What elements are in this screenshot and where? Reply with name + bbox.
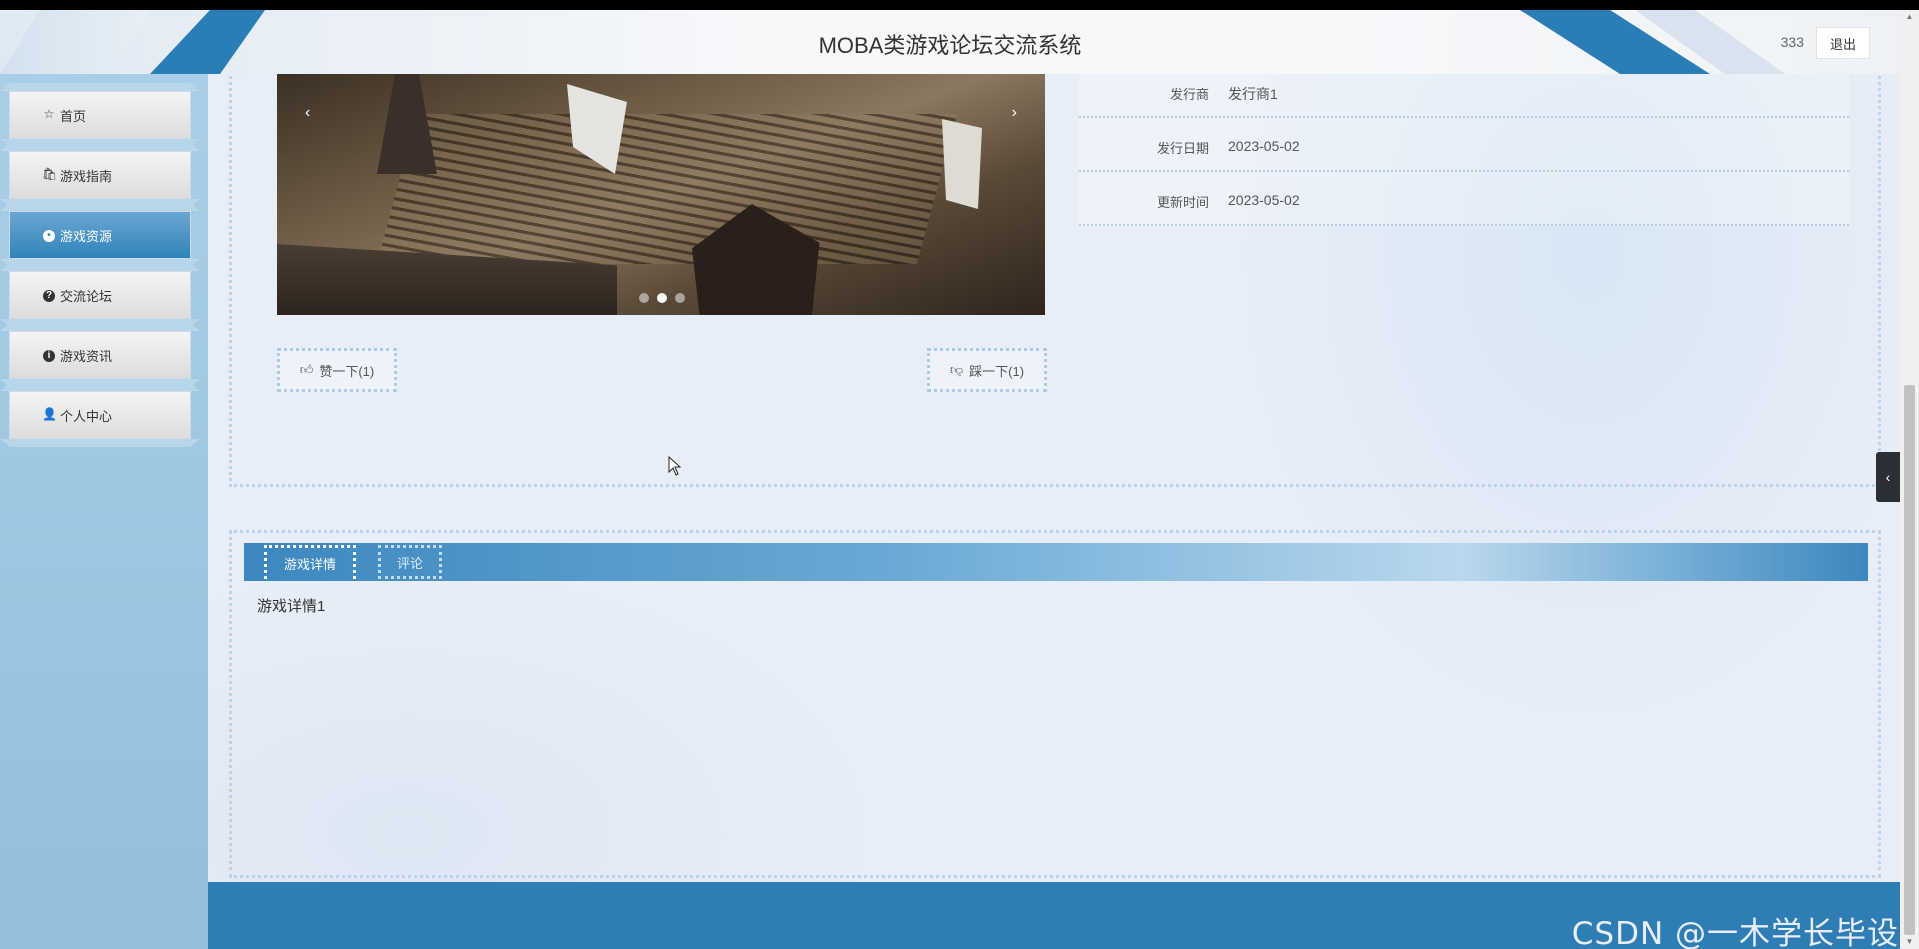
scroll-down-arrow-icon[interactable]: ▼ (1900, 935, 1919, 949)
info-icon: i (42, 347, 56, 362)
dislike-button[interactable]: 👎︎ 踩一下(1) (927, 348, 1047, 392)
carousel-prev-icon[interactable]: ‹ (305, 104, 310, 122)
question-icon: ? (42, 287, 56, 302)
like-label: 赞一下(1) (319, 363, 375, 379)
chevron-left-icon: ‹ (1885, 469, 1891, 485)
carousel-indicators (639, 293, 685, 303)
carousel-image-flag (942, 119, 982, 209)
carousel-dot[interactable] (639, 293, 649, 303)
user-icon: 👤 (42, 407, 57, 421)
tabs-panel: 游戏详情 评论 游戏详情1 (229, 530, 1881, 878)
image-carousel[interactable]: ‹ › (277, 74, 1045, 315)
info-value: 2023-05-02 (1228, 138, 1300, 154)
carousel-image-army (376, 114, 958, 264)
sidebar-item-profile[interactable]: 👤 个人中心 (10, 392, 190, 438)
sidebar-item-home[interactable]: ☆ 首页 (10, 92, 190, 138)
sidebar-item-news[interactable]: i 游戏资讯 (10, 332, 190, 378)
info-key: 更新时间 (1156, 195, 1209, 210)
tab-bar: 游戏详情 评论 (244, 543, 1868, 581)
info-value: 2023-05-02 (1228, 192, 1300, 208)
thumbs-down-icon: 👎︎ (949, 362, 964, 377)
dislike-label: 踩一下(1) (969, 363, 1025, 379)
tab-comments[interactable]: 评论 (378, 545, 442, 579)
sidebar-item-label: 游戏指南 (60, 168, 113, 184)
sidebar-item-label: 游戏资讯 (60, 348, 113, 364)
sidebar: ☆ 首页 🛍 游戏指南 • 游戏资源 ? 交流论坛 i 游戏资讯 👤 个人中心 (0, 74, 208, 949)
page-title: MOBA类游戏论坛交流系统 (818, 33, 1082, 58)
sidebar-item-label: 首页 (60, 108, 87, 124)
info-table: 发行商 发行商1 发行日期 2023-05-02 更新时间 2023-05-02 (1079, 64, 1849, 226)
tab-game-detail[interactable]: 游戏详情 (264, 545, 356, 579)
like-button[interactable]: 👍︎ 赞一下(1) (277, 348, 397, 392)
carousel-dot-active[interactable] (657, 293, 667, 303)
user-name: 333 (1780, 34, 1804, 50)
main-content: ‹ › 👍︎ 赞一下(1) 👎︎ 踩一下(1) 发行商 发行商1 发行日期 20… (208, 64, 1900, 949)
circle-icon: • (42, 227, 56, 242)
info-value: 发行商1 (1228, 86, 1278, 102)
resource-detail-panel: ‹ › 👍︎ 赞一下(1) 👎︎ 踩一下(1) 发行商 发行商1 发行日期 20… (229, 64, 1881, 487)
bag-icon: 🛍 (42, 167, 58, 181)
info-key: 发行商 (1169, 87, 1209, 102)
sidebar-item-label: 游戏资源 (60, 228, 113, 244)
info-key: 发行日期 (1156, 141, 1209, 156)
page-scrollbar[interactable]: ▲ ▼ (1900, 10, 1919, 949)
sidebar-item-label: 个人中心 (60, 408, 113, 424)
collapse-panel-toggle[interactable]: ‹ (1876, 452, 1900, 502)
carousel-next-icon[interactable]: › (1012, 104, 1017, 122)
carousel-image-tower (377, 74, 437, 174)
info-row-update-time: 更新时间 2023-05-02 (1079, 172, 1849, 226)
tab-content-text: 游戏详情1 (257, 598, 326, 615)
scroll-up-arrow-icon[interactable]: ▲ (1900, 10, 1919, 24)
mouse-cursor-icon (668, 456, 682, 476)
app-screen: MOBA类游戏论坛交流系统 333 退出 ☆ 首页 🛍 游戏指南 • 游戏资源 … (0, 10, 1919, 949)
sidebar-item-resources[interactable]: • 游戏资源 (10, 212, 190, 258)
watermark-text: CSDN @一木学长毕设 (1571, 916, 1899, 949)
sidebar-item-forum[interactable]: ? 交流论坛 (10, 272, 190, 318)
carousel-dot[interactable] (675, 293, 685, 303)
sidebar-item-label: 交流论坛 (60, 288, 113, 304)
logout-button[interactable]: 退出 (1816, 27, 1870, 59)
thumbs-up-icon: 👍︎ (299, 362, 314, 377)
star-icon: ☆ (43, 107, 55, 121)
scrollbar-thumb[interactable] (1904, 385, 1915, 935)
sidebar-item-guide[interactable]: 🛍 游戏指南 (10, 152, 190, 198)
info-row-release-date: 发行日期 2023-05-02 (1079, 118, 1849, 172)
header-bar: MOBA类游戏论坛交流系统 333 退出 (0, 10, 1900, 74)
